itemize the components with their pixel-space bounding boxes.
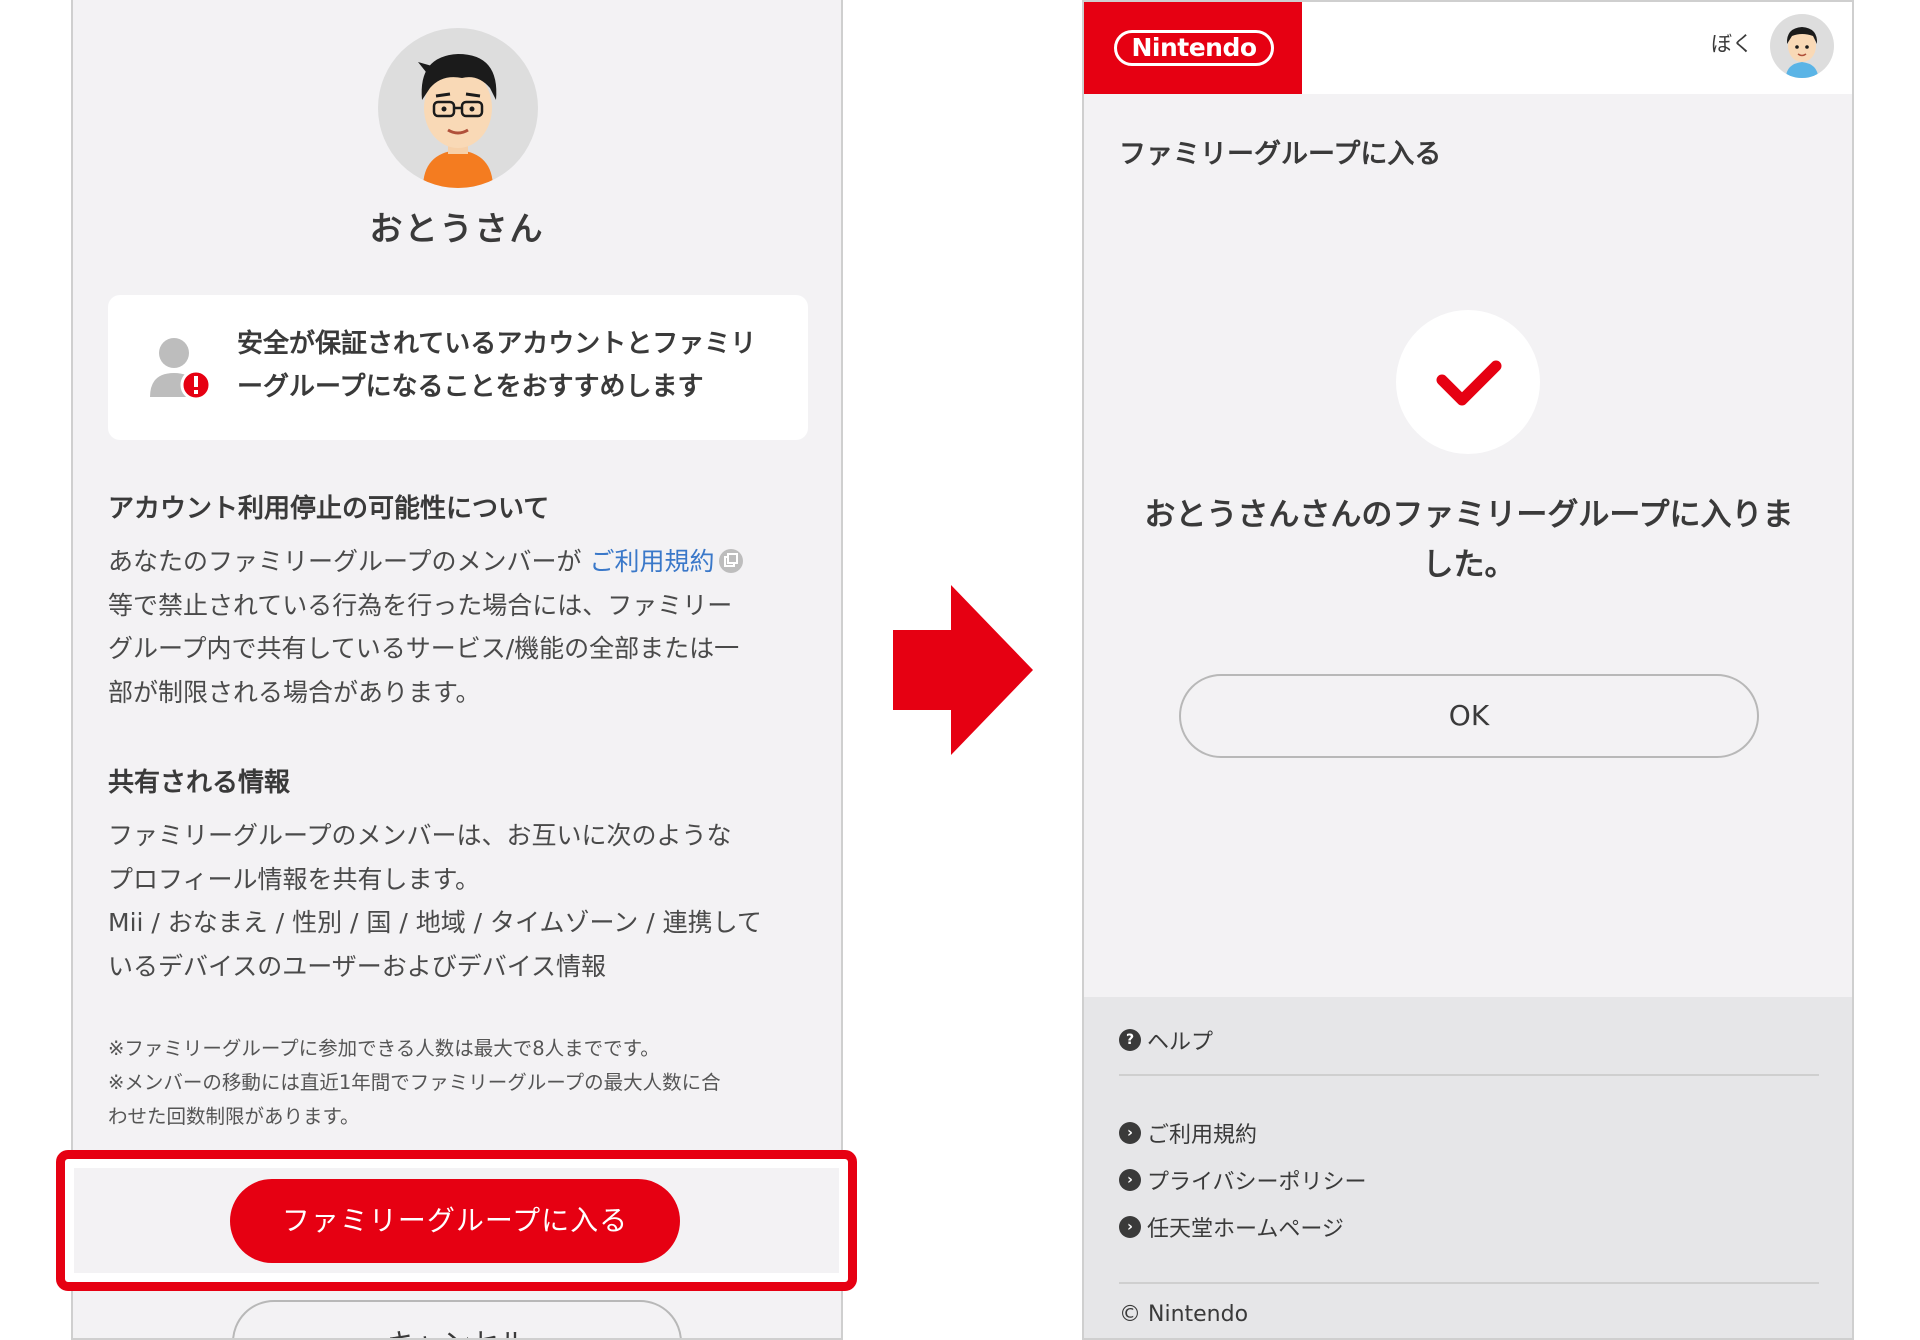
success-message: おとうさんさんのファミリーグループに入りま した。 <box>1119 490 1819 590</box>
homepage-footer-link[interactable]: › 任天堂ホームページ <box>1119 1211 1344 1243</box>
suspension-text-line3: グループ内で共有しているサービス/機能の全部または一 <box>108 634 740 663</box>
shared-info-line2: プロフィール情報を共有します。 <box>108 864 481 894</box>
chevron-right-icon: › <box>1119 1169 1141 1191</box>
security-warning-card: 安全が保証されているアカウントとファミリ ーグループになることをおすすめします <box>108 295 808 440</box>
suspension-text-line1: あなたのファミリーグループのメンバーが <box>108 547 590 576</box>
terms-footer-link[interactable]: › ご利用規約 <box>1119 1117 1257 1149</box>
success-line2: した。 <box>1422 547 1516 583</box>
shared-info-body: ファミリーグループのメンバーは、お互いに次のような プロフィール情報を共有します… <box>108 814 808 988</box>
help-icon: ? <box>1119 1029 1141 1051</box>
chevron-right-icon: › <box>1119 1216 1141 1238</box>
footer-divider <box>1119 1282 1819 1284</box>
shared-info-line4: いるデバイスのユーザーおよびデバイス情報 <box>108 951 607 981</box>
success-indicator <box>1396 310 1540 454</box>
profile-name: おとうさん <box>369 209 545 248</box>
note-line1: ※ファミリーグループに参加できる人数は最大で8人までです。 <box>108 1037 660 1060</box>
notes: ※ファミリーグループに参加できる人数は最大で8人までです。 ※メンバーの移動には… <box>108 1032 818 1134</box>
shared-info-line3: Mii / おなまえ / 性別 / 国 / 地域 / タイムゾーン / 連携して <box>108 908 762 937</box>
footer-divider <box>1119 1074 1819 1076</box>
suspension-text-line2: 等で禁止されている行為を行った場合には、ファミリー <box>108 590 733 620</box>
terms-label: ご利用規約 <box>1147 1123 1258 1148</box>
suspension-text-line4: 部が制限される場合があります。 <box>108 677 481 707</box>
logo-text: Nintendo <box>1114 30 1274 66</box>
note-line3: わせた回数制限があります。 <box>108 1105 360 1128</box>
success-line1: おとうさんさんのファミリーグループに入りま <box>1144 497 1794 533</box>
homepage-label: 任天堂ホームページ <box>1147 1217 1344 1242</box>
warning-user-icon <box>150 338 212 401</box>
header: Nintendo ぼく <box>1084 2 1852 94</box>
privacy-footer-link[interactable]: › プライバシーポリシー <box>1119 1164 1367 1196</box>
chevron-right-icon: › <box>1119 1122 1141 1144</box>
note-line2: ※メンバーの移動には直近1年間でファミリーグループの最大人数に合 <box>108 1071 721 1094</box>
terms-link[interactable]: ご利用規約 <box>589 547 714 576</box>
join-complete-screen: Nintendo ぼく ファミリーグループに入る おとうさんさんのファミリーグル… <box>1082 0 1854 1340</box>
right-arrow-icon <box>893 585 1033 755</box>
account-suspension-body: あなたのファミリーグループのメンバーが ご利用規約 等で禁止されている行為を行っ… <box>108 540 808 714</box>
family-invite-screen: おとうさん 安全が保証されているアカウントとファミリ ーグループになることをおす… <box>71 0 843 1340</box>
warning-text-line1: 安全が保証されているアカウントとファミリ <box>237 329 757 359</box>
shared-info-line1: ファミリーグループのメンバーは、お互いに次のような <box>108 821 732 850</box>
shared-info-title: 共有される情報 <box>108 768 291 798</box>
cancel-button[interactable]: キャンセル <box>232 1300 682 1338</box>
join-family-group-button[interactable]: ファミリーグループに入る <box>230 1179 680 1263</box>
page-title: ファミリーグループに入る <box>1119 139 1442 170</box>
nintendo-logo[interactable]: Nintendo <box>1084 2 1302 94</box>
external-link-icon <box>719 549 744 573</box>
ok-button[interactable]: OK <box>1179 674 1759 758</box>
help-label: ヘルプ <box>1147 1030 1214 1055</box>
copyright: © Nintendo <box>1119 1302 1249 1327</box>
user-avatar[interactable] <box>1770 14 1834 78</box>
user-name: ぼく <box>1711 32 1753 56</box>
help-link[interactable]: ? ヘルプ <box>1119 1024 1213 1056</box>
account-suspension-title: アカウント利用停止の可能性について <box>108 494 550 524</box>
checkmark-icon <box>1436 360 1502 406</box>
mii-avatar-father <box>378 28 538 188</box>
warning-text-line2: ーグループになることをおすすめします <box>237 372 704 402</box>
privacy-label: プライバシーポリシー <box>1147 1170 1367 1195</box>
